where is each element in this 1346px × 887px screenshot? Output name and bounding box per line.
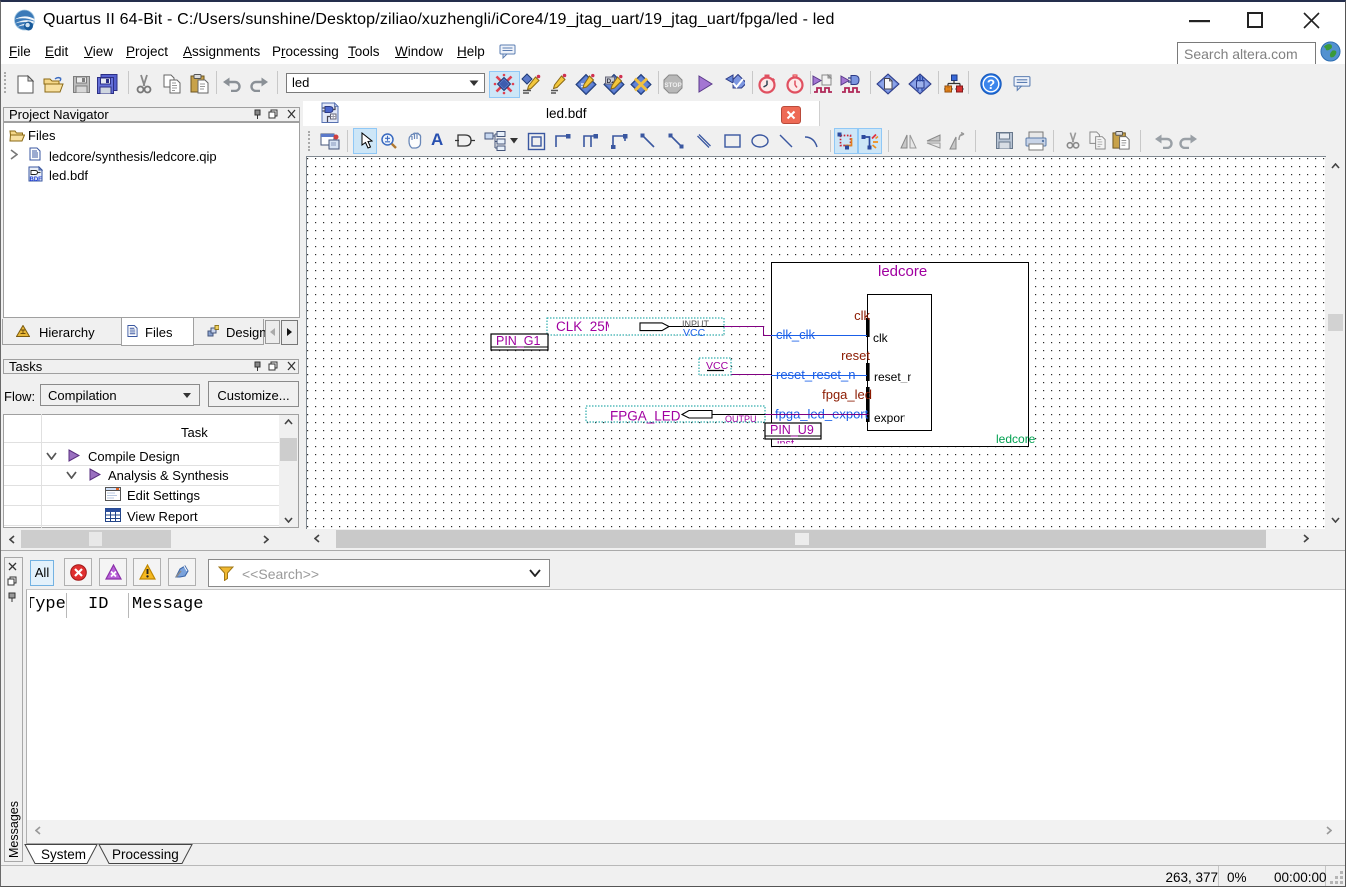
svg-text:System: System <box>41 847 86 862</box>
svg-text:CLK_25M: CLK_25M <box>556 319 616 334</box>
svg-text:FPGA_LED: FPGA_LED <box>610 409 681 424</box>
svg-text:reset: reset <box>841 348 870 363</box>
svg-text:OUTPU: OUTPU <box>725 414 757 424</box>
svg-text:clk_clk: clk_clk <box>776 327 816 342</box>
svg-text:VCC: VCC <box>683 327 706 339</box>
svg-text:?: ? <box>987 77 995 92</box>
svg-text:fpga_led: fpga_led <box>822 387 872 402</box>
svg-text:reset_n: reset_n <box>874 370 914 384</box>
svg-text:ledcore: ledcore <box>878 263 927 280</box>
svg-text:export: export <box>874 411 908 425</box>
svg-text:PIN_U9: PIN_U9 <box>770 423 814 437</box>
svg-text:PIN_G1: PIN_G1 <box>496 334 541 348</box>
svg-text:reset_reset_n: reset_reset_n <box>776 367 856 382</box>
svg-text:BDF: BDF <box>30 177 43 182</box>
svg-text:clk: clk <box>854 308 870 323</box>
svg-text:STOP: STOP <box>664 82 682 89</box>
svg-text:Processing: Processing <box>112 847 179 862</box>
svg-text:clk: clk <box>873 331 889 345</box>
svg-text:ledcore: ledcore <box>996 432 1036 446</box>
svg-text:D: D <box>607 78 612 85</box>
